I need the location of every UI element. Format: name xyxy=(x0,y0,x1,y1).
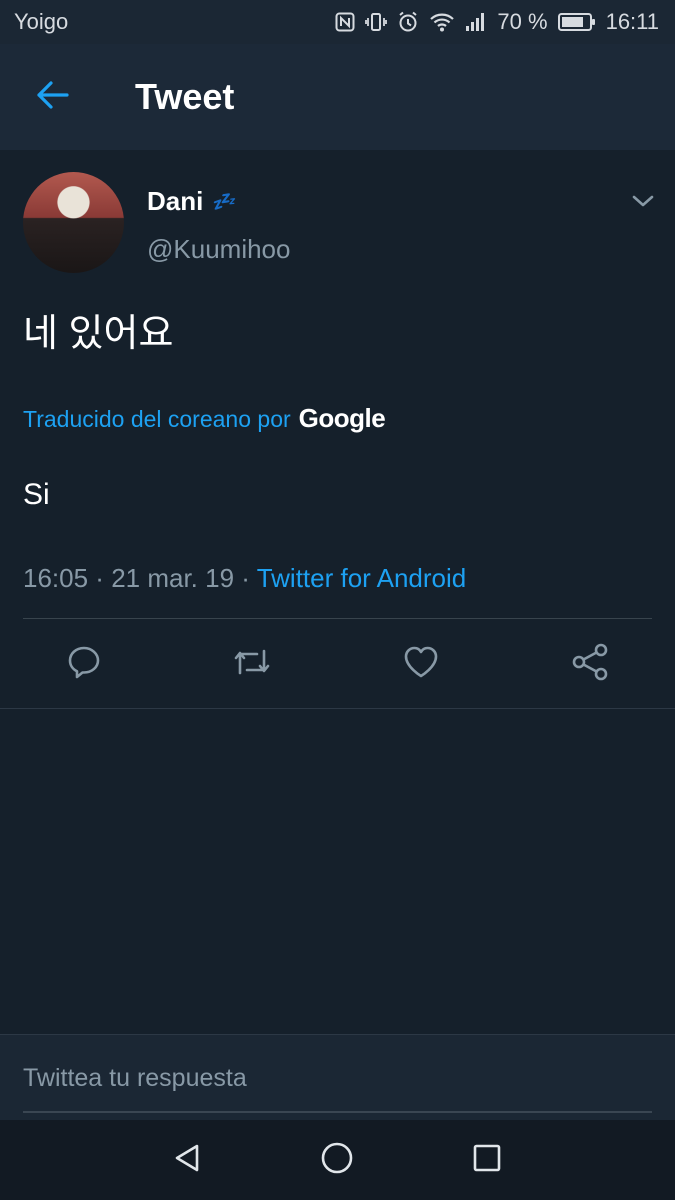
page-title: Tweet xyxy=(135,76,235,117)
recents-square-icon xyxy=(472,1143,502,1178)
tweet-actions xyxy=(0,620,675,708)
status-icons: 70 % 16:11 xyxy=(335,9,659,35)
avatar[interactable] xyxy=(23,172,124,273)
app-bar: Tweet xyxy=(0,44,675,150)
reply-button[interactable] xyxy=(64,644,104,684)
display-name-row[interactable]: Dani 💤 xyxy=(147,186,235,217)
translated-text: Si xyxy=(23,478,50,511)
meta-separator: · xyxy=(88,563,112,593)
like-button[interactable] xyxy=(401,644,441,684)
nav-home-button[interactable] xyxy=(315,1138,359,1182)
share-icon xyxy=(570,642,610,687)
tweet-date: 21 mar. 19 xyxy=(111,563,235,593)
retweet-button[interactable] xyxy=(232,644,272,684)
alarm-icon xyxy=(397,11,419,33)
tweet-text: 네 있어요 xyxy=(23,313,174,355)
nav-recents-button[interactable] xyxy=(465,1138,509,1182)
chevron-down-icon xyxy=(632,194,654,213)
divider xyxy=(23,618,652,619)
translation-label: Traducido del coreano por xyxy=(23,406,291,432)
vibrate-icon xyxy=(365,11,388,33)
nfc-icon xyxy=(335,12,355,32)
sleeping-emoji-icon: 💤 xyxy=(211,191,235,213)
translation-attribution[interactable]: Traducido del coreano por Google xyxy=(23,403,386,434)
reply-input[interactable] xyxy=(23,1055,652,1113)
retweet-icon xyxy=(231,643,273,686)
tweet-menu-button[interactable] xyxy=(628,188,658,218)
meta-separator: · xyxy=(234,563,257,593)
clock: 16:11 xyxy=(605,9,659,34)
wifi-icon xyxy=(429,11,455,33)
user-handle[interactable]: @Kuumihoo xyxy=(147,234,290,265)
tweet-metadata: 16:05 · 21 mar. 19 · Twitter for Android xyxy=(23,563,466,594)
battery-icon xyxy=(557,12,596,32)
divider xyxy=(0,708,675,709)
signal-icon xyxy=(465,11,487,33)
share-button[interactable] xyxy=(570,642,610,687)
like-icon xyxy=(402,643,440,686)
nav-back-button[interactable] xyxy=(165,1138,209,1182)
tweet-source-link[interactable]: Twitter for Android xyxy=(257,563,467,593)
reply-bar xyxy=(0,1034,675,1120)
status-bar: Yoigo 70 % 16:11 xyxy=(0,0,675,44)
system-nav-bar xyxy=(0,1120,675,1200)
back-triangle-icon xyxy=(171,1142,203,1179)
battery-percent: 70 % xyxy=(497,9,548,34)
carrier-name: Yoigo xyxy=(14,9,69,34)
display-name: Dani xyxy=(147,186,204,216)
home-circle-icon xyxy=(320,1141,354,1180)
tweet-time: 16:05 xyxy=(23,563,89,593)
arrow-left-icon xyxy=(35,79,71,116)
back-button[interactable] xyxy=(0,44,106,150)
reply-icon xyxy=(65,643,103,686)
google-logo: Google xyxy=(298,403,386,433)
